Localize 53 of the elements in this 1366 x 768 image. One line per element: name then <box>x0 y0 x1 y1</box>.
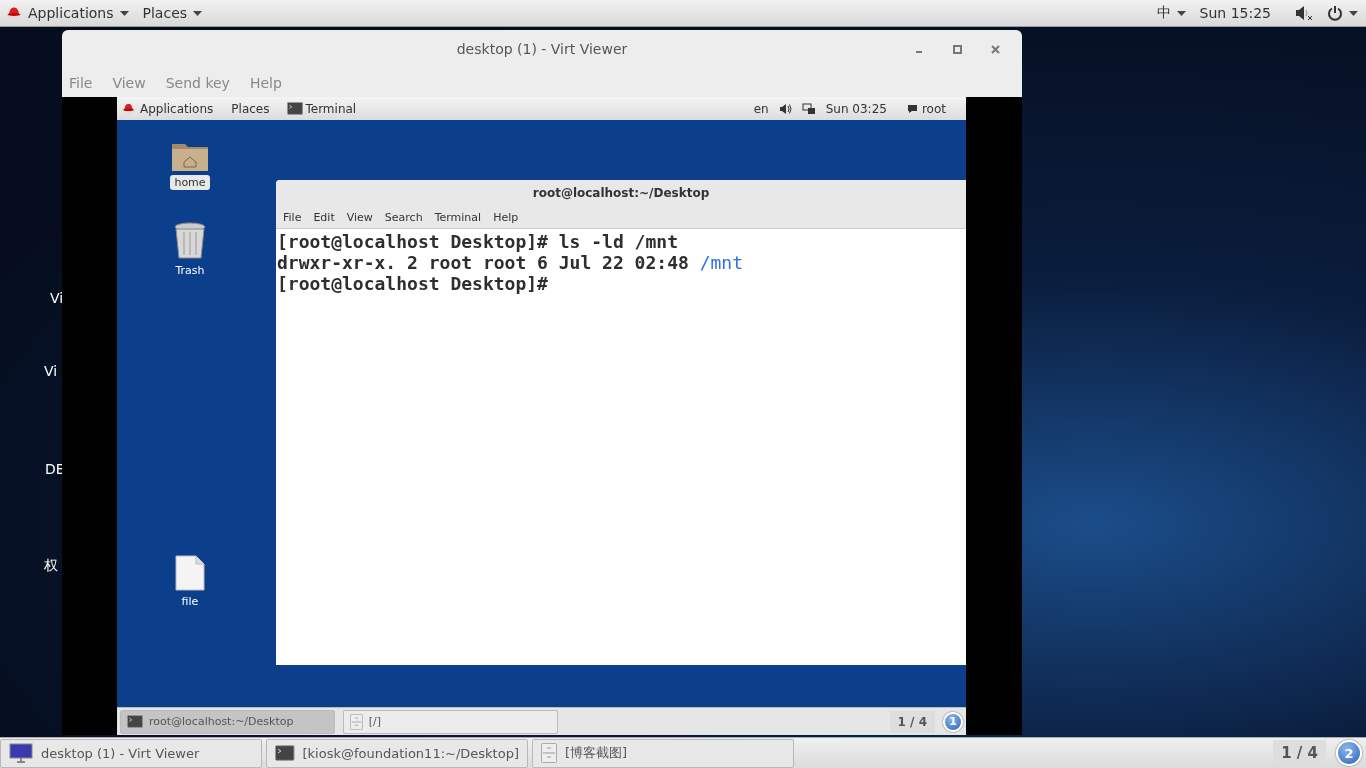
window-title: desktop (1) - Virt Viewer <box>456 41 628 57</box>
desktop-icon-label[interactable]: file <box>177 594 203 609</box>
places-menu[interactable]: Places <box>231 101 278 116</box>
taskbar-item[interactable]: [/] <box>343 709 558 734</box>
places-menu[interactable]: Places <box>142 5 211 21</box>
maximize-icon <box>952 44 962 54</box>
applications-menu[interactable]: Applications <box>6 5 137 21</box>
desktop-icon-label: Vi <box>44 363 58 379</box>
user-menu[interactable]: root <box>906 101 954 116</box>
speaker-muted-icon[interactable] <box>1295 5 1313 21</box>
cabinet-icon <box>541 743 557 763</box>
caret-icon <box>1176 10 1186 16</box>
taskbar-item[interactable]: [博客截图] <box>532 738 794 768</box>
caret-icon <box>119 10 129 16</box>
desktop-icon-label: 权 <box>44 557 58 575</box>
menu-item[interactable]: Edit <box>313 210 335 224</box>
chat-icon <box>906 103 918 114</box>
workspace-pager[interactable]: 1 / 4 <box>889 710 935 733</box>
cabinet-icon <box>350 713 363 730</box>
file-icon <box>175 555 205 591</box>
terminal-icon <box>127 715 143 728</box>
caret-icon <box>1349 10 1358 16</box>
menu-item[interactable]: Search <box>384 210 423 224</box>
menu-item[interactable]: Help <box>493 210 519 224</box>
input-method-menu[interactable]: 中 <box>1156 4 1194 22</box>
menu-item[interactable]: Terminal <box>434 210 482 224</box>
keyboard-language[interactable]: en <box>753 101 769 116</box>
monitor-icon <box>9 743 33 763</box>
taskbar-item[interactable]: [kiosk@foundation11:~/Desktop] <box>266 738 528 768</box>
applications-menu[interactable]: Applications <box>122 101 222 116</box>
terminal-line: drwxr-xr-x. 2 root root 6 Jul 22 02:48 /mnt <box>277 252 744 273</box>
terminal-line: [root@localhost Desktop]# ls -ld /mnt <box>277 231 679 252</box>
power-icon[interactable] <box>1327 5 1343 21</box>
desktop-icon-label: Vi <box>50 290 64 306</box>
clock[interactable]: Sun 15:25 <box>1199 5 1271 21</box>
desktop-icon-label[interactable]: home <box>170 175 210 190</box>
terminal-line: [root@localhost Desktop]# <box>277 273 549 294</box>
menu-item[interactable]: File <box>283 210 302 224</box>
caret-icon <box>193 10 203 16</box>
desktop-icon-label[interactable]: Trash <box>171 263 209 278</box>
menu-item[interactable]: View <box>346 210 373 224</box>
close-icon <box>990 44 1000 54</box>
trash-icon <box>173 222 207 260</box>
terminal-task[interactable]: Terminal <box>287 101 365 116</box>
taskbar-item[interactable]: root@localhost:~/Desktop <box>120 709 335 734</box>
speaker-icon[interactable] <box>778 102 792 115</box>
taskbar-item[interactable]: desktop (1) - Virt Viewer <box>0 738 262 768</box>
terminal-icon <box>287 102 304 115</box>
window-title: root@localhost:~/Desktop <box>532 186 710 200</box>
clock[interactable]: Sun 03:25 <box>825 101 887 116</box>
terminal-icon <box>275 745 295 761</box>
network-icon[interactable] <box>801 102 816 115</box>
hat-logo-icon <box>122 102 135 115</box>
